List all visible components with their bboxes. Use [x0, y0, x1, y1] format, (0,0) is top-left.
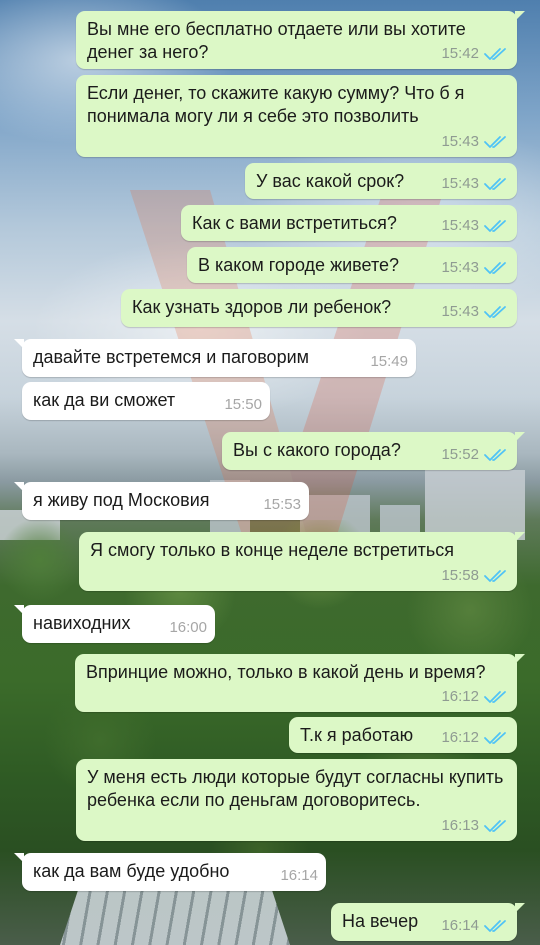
message-bubble-outgoing[interactable]: Т.к я работаю 16:12 — [289, 717, 517, 753]
message-bubble-outgoing[interactable]: На вечер 16:14 — [331, 903, 525, 941]
message-text: как да ви сможет — [33, 390, 176, 410]
message-time: 15:42 — [441, 45, 479, 62]
double-check-icon — [484, 47, 506, 60]
message-time: 16:12 — [441, 688, 479, 705]
message-bubble-outgoing[interactable]: Вы с какого города? 15:52 — [222, 432, 525, 470]
double-check-icon — [484, 135, 506, 148]
message-time: 15:50 — [224, 396, 262, 413]
double-check-icon — [484, 731, 506, 744]
message-time: 15:49 — [370, 353, 408, 370]
message-bubble-outgoing[interactable]: Вы мне его бесплатно отдаете или вы хоти… — [76, 11, 525, 69]
message-time: 16:13 — [441, 817, 479, 834]
message-text: я живу под Московия — [33, 490, 210, 510]
message-text: Вы мне его бесплатно отдаете или вы хоти… — [87, 19, 466, 62]
double-check-icon — [484, 448, 506, 461]
message-time: 16:00 — [169, 619, 207, 636]
message-time: 15:43 — [441, 303, 479, 320]
message-text: Т.к я работаю — [300, 725, 414, 745]
double-check-icon — [484, 219, 506, 232]
message-text: Я смогу только в конце неделе встретитьс… — [90, 540, 454, 560]
message-time: 16:14 — [280, 867, 318, 884]
message-text: Вы с какого города? — [233, 440, 401, 460]
message-text: как да вам буде удобно — [33, 861, 230, 881]
double-check-icon — [484, 819, 506, 832]
message-bubble-incoming[interactable]: как да вам буде удобно 16:14 — [14, 853, 326, 891]
message-time: 16:12 — [441, 729, 479, 746]
message-text: В каком городе живете? — [198, 255, 400, 275]
message-text: У меня есть люди которые будут согласны … — [87, 767, 504, 810]
message-bubble-incoming[interactable]: я живу под Московия 15:53 — [14, 482, 309, 520]
chat-message-list[interactable]: Вы мне его бесплатно отдаете или вы хоти… — [0, 0, 540, 945]
message-text: навиходних — [33, 613, 131, 633]
message-time: 15:43 — [441, 259, 479, 276]
double-check-icon — [484, 690, 506, 703]
message-text: Если денег, то скажите какую сумму? Что … — [87, 83, 465, 126]
message-time: 15:43 — [441, 217, 479, 234]
message-text: давайте встретемся и паговорим — [33, 347, 310, 367]
double-check-icon — [484, 261, 506, 274]
double-check-icon — [484, 305, 506, 318]
message-text: Как с вами встретиться? — [192, 213, 397, 233]
message-text: Впринцие можно, только в какой день и вр… — [86, 662, 486, 682]
message-time: 15:53 — [263, 496, 301, 513]
message-bubble-incoming[interactable]: как да ви сможет 15:50 — [22, 382, 270, 420]
double-check-icon — [484, 919, 506, 932]
message-bubble-outgoing[interactable]: Я смогу только в конце неделе встретитьс… — [79, 532, 525, 591]
message-time: 15:52 — [441, 446, 479, 463]
double-check-icon — [484, 177, 506, 190]
message-bubble-outgoing[interactable]: Впринцие можно, только в какой день и вр… — [75, 654, 525, 712]
message-time: 16:14 — [441, 917, 479, 934]
message-text: Как узнать здоров ли ребенок? — [132, 297, 392, 317]
message-bubble-outgoing[interactable]: У вас какой срок? 15:43 — [245, 163, 517, 199]
message-bubble-outgoing[interactable]: Как с вами встретиться? 15:43 — [181, 205, 517, 241]
message-bubble-outgoing[interactable]: Как узнать здоров ли ребенок? 15:43 — [121, 289, 517, 327]
message-time: 15:43 — [441, 133, 479, 150]
message-bubble-outgoing[interactable]: У меня есть люди которые будут согласны … — [76, 759, 517, 841]
message-text: У вас какой срок? — [256, 171, 405, 191]
message-bubble-incoming[interactable]: давайте встретемся и паговорим 15:49 — [14, 339, 416, 377]
message-bubble-incoming[interactable]: навиходних 16:00 — [14, 605, 215, 643]
message-time: 15:58 — [441, 567, 479, 584]
message-bubble-outgoing[interactable]: В каком городе живете? 15:43 — [187, 247, 517, 283]
message-bubble-outgoing[interactable]: Если денег, то скажите какую сумму? Что … — [76, 75, 517, 157]
double-check-icon — [484, 569, 506, 582]
message-time: 15:43 — [441, 175, 479, 192]
message-text: На вечер — [342, 911, 419, 931]
